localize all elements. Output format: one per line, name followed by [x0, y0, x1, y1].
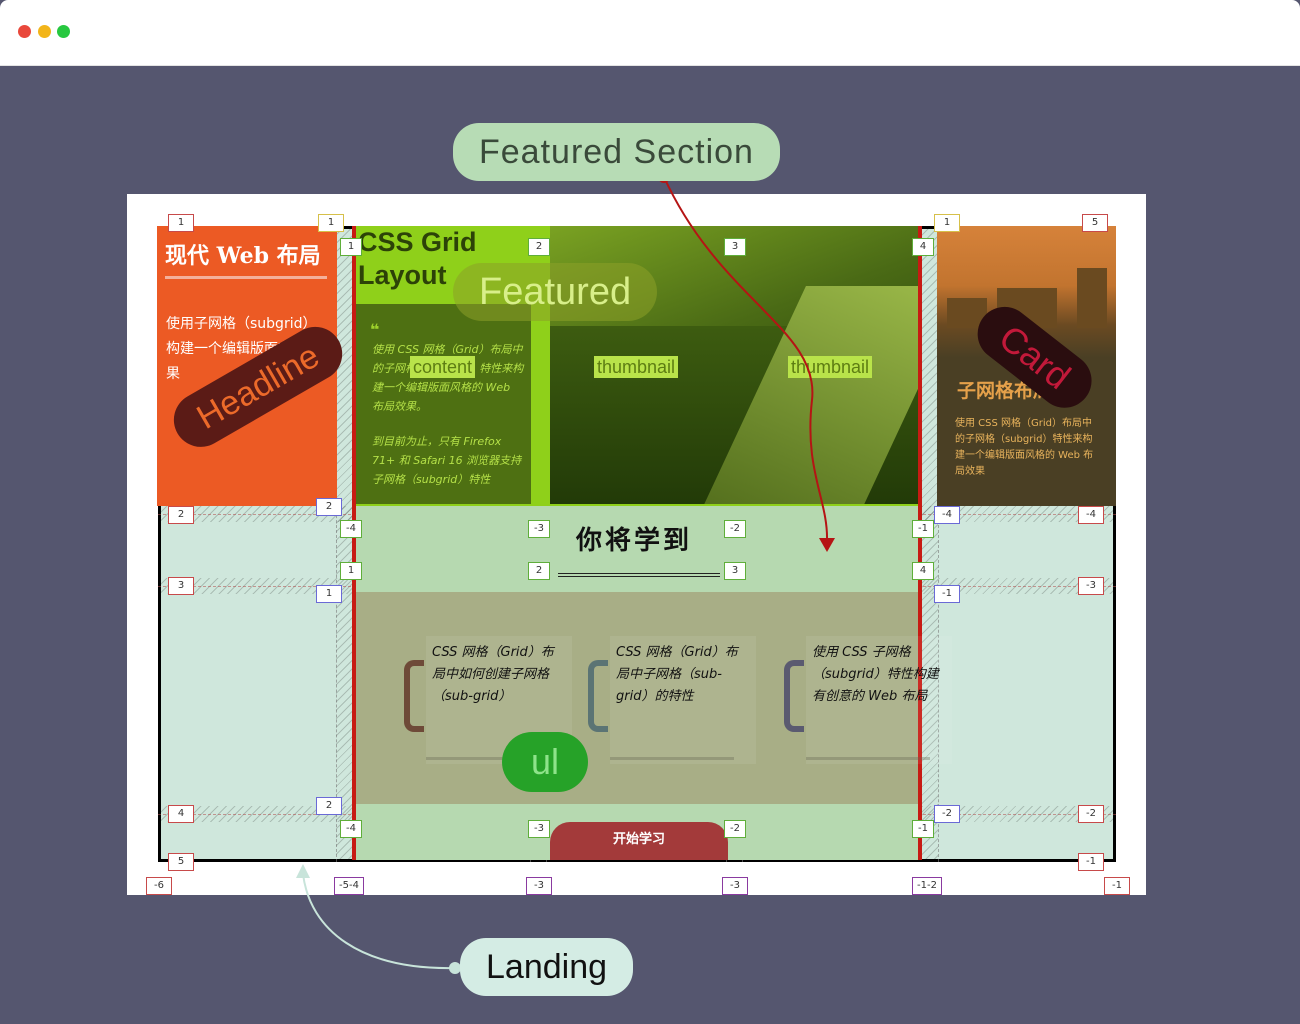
feature-list: CSS 网格（Grid）布局中如何创建子网格（sub-grid） CSS 网格（…	[356, 592, 952, 804]
grid-line-number: 4	[912, 238, 934, 256]
quote-icon: ❝	[370, 320, 380, 339]
grid-line-number: -3	[528, 520, 550, 538]
featured-paragraph-2: 到目前为止，只有 Firefox 71+ 和 Safari 16 浏览器支持子网…	[372, 435, 522, 486]
landing-callout: Landing	[460, 938, 634, 996]
grid-line-number: 1	[934, 214, 960, 232]
bracket-icon	[404, 660, 424, 732]
bracket-icon	[588, 660, 608, 732]
card-body: 使用 CSS 网格（Grid）布局中的子网格（subgrid）特性来构建一个编辑…	[955, 418, 1094, 477]
close-window-button[interactable]	[18, 25, 31, 38]
section-title-underline	[558, 573, 720, 577]
list-item-text: 使用 CSS 子网格（subgrid）特性构建有创意的 Web 布局	[812, 645, 939, 704]
featured-section-callout: Featured Section	[453, 123, 780, 181]
maximize-window-button[interactable]	[57, 25, 70, 38]
section-title: 你将学到	[576, 526, 693, 556]
grid-line-number: 2	[168, 506, 194, 524]
grid-line-number: 2	[316, 498, 342, 516]
grid-line-number: -3	[526, 877, 552, 895]
minimize-window-button[interactable]	[38, 25, 51, 38]
featured-paragraph-1: 使用 CSS 网格（Grid）布局中的子网格（subgrid）特性来构建一个编辑…	[372, 343, 524, 413]
grid-line-number: 1	[168, 214, 194, 232]
grid-gap-right	[922, 226, 938, 862]
grid-line-number: -1	[934, 585, 960, 603]
list-item-bar	[610, 757, 734, 760]
window-titlebar	[0, 0, 1300, 66]
image-building	[1077, 268, 1107, 328]
grid-line-number: 2	[316, 797, 342, 815]
grid-gap-left	[336, 226, 352, 862]
list-item-text: CSS 网格（Grid）布局中子网格（sub-grid）的特性	[616, 645, 738, 704]
start-learning-button[interactable]: 开始学习	[550, 822, 728, 860]
grid-line-number: 3	[168, 577, 194, 595]
grid-line-number: -2	[1078, 805, 1104, 823]
grid-line-number: -2	[724, 820, 746, 838]
featured-section: ❝ 使用 CSS 网格（Grid）布局中的子网格（subgrid）特性来构建一个…	[352, 226, 952, 860]
grid-line-number: -2	[724, 520, 746, 538]
list-item: 使用 CSS 子网格（subgrid）特性构建有创意的 Web 布局	[784, 636, 952, 764]
grid-line-number: 5	[168, 853, 194, 871]
featured-section-header: 你将学到	[356, 506, 918, 592]
grid-line-number: -1	[912, 820, 934, 838]
featured-content: ❝ 使用 CSS 网格（Grid）布局中的子网格（subgrid）特性来构建一个…	[356, 304, 531, 504]
grid-line-number: -4	[340, 520, 362, 538]
thumbnail-area-tag: thumbnail	[594, 356, 679, 378]
grid-line-number: -2	[934, 805, 960, 823]
grid-line-number: -4	[1078, 506, 1104, 524]
grid-line-number: 4	[168, 805, 194, 823]
grid-line-number: -4	[340, 820, 362, 838]
thumbnail-area-tag: thumbnail	[788, 356, 873, 378]
grid-line-number: 3	[724, 562, 746, 580]
grid-line-number: -3	[722, 877, 748, 895]
grid-line-number: -1-2	[912, 877, 942, 895]
grid-line-number: 2	[528, 238, 550, 256]
grid-line-number: -4	[934, 506, 960, 524]
list-item-bar	[806, 757, 930, 760]
featured-footer: 开始学习	[356, 804, 918, 860]
grid-line-number: -3	[528, 820, 550, 838]
headline-rule	[165, 276, 327, 279]
bracket-icon	[784, 660, 804, 732]
grid-line-number: 3	[724, 238, 746, 256]
grid-line-number: 1	[316, 585, 342, 603]
list-item-text: CSS 网格（Grid）布局中如何创建子网格（sub-grid）	[432, 645, 554, 704]
grid-line-number: 1	[318, 214, 344, 232]
grid-line-number: -6	[146, 877, 172, 895]
grid-line-number: -1	[1078, 853, 1104, 871]
headline-title: 现代 Web 布局	[165, 243, 321, 269]
grid-line-number: 1	[340, 238, 362, 256]
grid-line-number: -1	[912, 520, 934, 538]
featured-area-label: Featured	[453, 263, 658, 321]
grid-line-number: 2	[528, 562, 550, 580]
grid-line-number: -1	[1104, 877, 1130, 895]
ul-area-label: ul	[502, 732, 588, 792]
grid-line-number: -3	[1078, 577, 1104, 595]
grid-line-number: -5-4	[334, 877, 364, 895]
grid-line-number: 4	[912, 562, 934, 580]
list-item: CSS 网格（Grid）布局中子网格（sub-grid）的特性	[588, 636, 756, 764]
grid-line-number: 5	[1082, 214, 1108, 232]
content-area-tag: content	[410, 356, 476, 378]
grid-line-number: 1	[340, 562, 362, 580]
